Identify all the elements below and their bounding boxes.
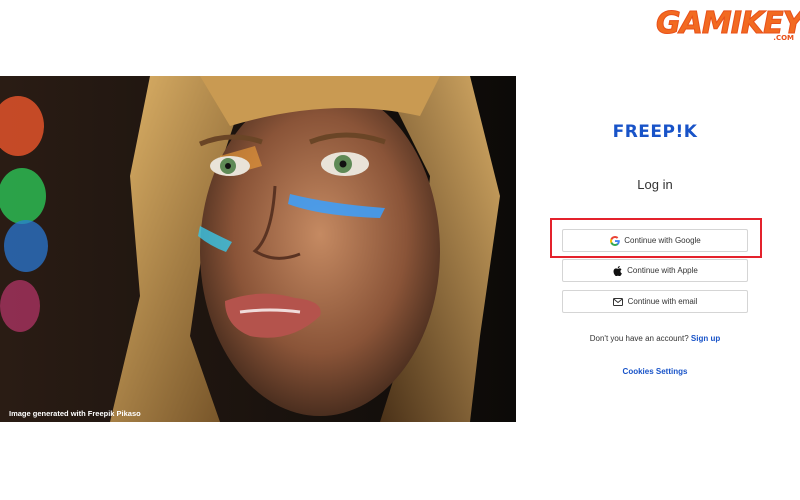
google-button-highlight-box xyxy=(550,218,762,258)
continue-with-apple-button[interactable]: Continue with Apple xyxy=(562,259,748,282)
login-title: Log in xyxy=(637,177,673,192)
apple-button-label: Continue with Apple xyxy=(627,266,698,275)
apple-icon xyxy=(612,265,623,276)
page: GAMIKEY .COM Image generated with Freepi… xyxy=(0,0,800,500)
no-account-text: Don't you have an account? xyxy=(589,334,689,343)
hero-image: Image generated with Freepik Pikaso xyxy=(0,76,516,422)
login-panel: FREEP!K Log in Continue with Google Cont… xyxy=(516,76,800,422)
continue-with-email-button[interactable]: Continue with email xyxy=(562,290,748,313)
sign-up-link[interactable]: Sign up xyxy=(691,334,720,343)
gamikey-watermark-logo: GAMIKEY .COM xyxy=(655,6,800,43)
image-caption: Image generated with Freepik Pikaso xyxy=(9,409,141,418)
mail-icon xyxy=(613,296,624,307)
signup-prompt: Don't you have an account? Sign up xyxy=(516,334,794,343)
watermark-logo-suffix: .COM xyxy=(773,34,794,42)
cookies-settings-link[interactable]: Cookies Settings xyxy=(516,367,794,376)
email-button-label: Continue with email xyxy=(627,297,698,306)
portrait-illustration xyxy=(0,76,516,422)
freepik-logo: FREEP!K xyxy=(612,122,698,142)
